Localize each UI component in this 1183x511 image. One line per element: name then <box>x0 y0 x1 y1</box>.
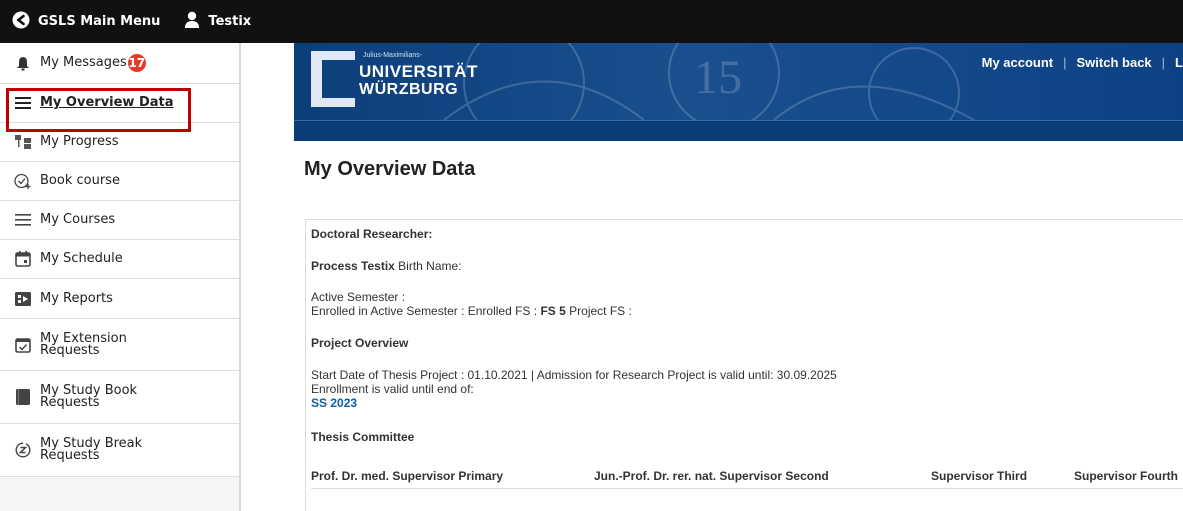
sidebar-item-messages[interactable]: My Messages 17 <box>0 43 239 84</box>
link-separator: | <box>1063 55 1067 70</box>
calendar-check-icon <box>14 336 32 354</box>
sidebar-item-label: My Extension Requests <box>40 330 127 358</box>
sidebar-item-label: Book course <box>40 173 120 188</box>
bell-icon <box>14 54 32 72</box>
sidebar-item-label: My Reports <box>40 290 113 306</box>
logo-subtitle: Julius-Maximilians- <box>363 52 423 59</box>
university-logo[interactable]: Julius-Maximilians- UNIVERSITÄT WÜRZBURG <box>311 51 477 107</box>
sidebar-item-schedule[interactable]: My Schedule <box>0 240 239 279</box>
logo-line-2: WÜRZBURG <box>359 81 459 98</box>
active-semester: Active Semester : <box>311 290 406 304</box>
sidebar-item-label: My Study Book Requests <box>40 383 138 410</box>
progress-tree-icon <box>14 133 32 151</box>
messages-count-badge: 17 <box>127 54 146 72</box>
main-menu-label: GSLS Main Menu <box>38 14 161 29</box>
supervisor-third: Supervisor Third <box>931 469 1028 483</box>
semester-link[interactable]: SS 2023 <box>311 396 357 410</box>
supervisor-second: Jun.-Prof. Dr. rer. nat. Supervisor Seco… <box>594 469 829 483</box>
committee-heading: Thesis Committee <box>311 430 415 444</box>
highlight-annotation <box>6 88 191 132</box>
supervisor-primary: Prof. Dr. med. Supervisor Primary <box>311 469 504 483</box>
committee-row: Prof. Dr. med. Supervisor Primary Jun.-P… <box>311 469 1183 489</box>
sidebar-item-label: My Messages <box>40 55 127 70</box>
calendar-icon <box>14 250 32 268</box>
header-banner: 15 Julius-Maximilians- UNIVERSITÄT WÜRZB… <box>294 43 1183 120</box>
sidebar-item-study-book-requests[interactable]: My Study Book Requests <box>0 371 239 424</box>
start-date-line: Start Date of Thesis Project : 01.10.202… <box>311 368 837 382</box>
sidebar-item-label: My Study Break Requests <box>40 436 143 463</box>
gsls-logo-icon <box>12 11 30 33</box>
enrollment-valid-label: Enrollment is valid until end of: <box>311 382 474 396</box>
my-account-link[interactable]: My account <box>982 55 1054 70</box>
overview-panel: Doctoral Researcher: Process Testix Birt… <box>305 219 1183 511</box>
sidebar-item-extension-requests[interactable]: My Extension Requests <box>0 319 239 371</box>
researcher-name-row: Process Testix Birth Name: <box>311 259 462 273</box>
main-menu-button[interactable]: GSLS Main Menu <box>0 0 160 43</box>
enrolled-fs-value: FS 5 <box>540 304 566 318</box>
enrollment-row: Enrolled in Active Semester : Enrolled F… <box>311 304 632 318</box>
sidebar: My Messages 17 My Overview Data My Progr… <box>0 43 241 511</box>
project-overview-heading: Project Overview <box>311 336 409 350</box>
researcher-name: Process Testix <box>311 259 395 273</box>
check-add-icon <box>14 172 32 190</box>
logo-line-1: UNIVERSITÄT <box>359 62 478 81</box>
page-title: My Overview Data <box>304 158 476 180</box>
sidebar-item-label: My Schedule <box>40 251 123 266</box>
project-fs-label: Project FS : <box>569 304 632 318</box>
logo-bracket-icon <box>311 51 355 107</box>
user-icon <box>184 11 200 33</box>
switch-back-link[interactable]: Switch back <box>1077 55 1152 70</box>
sidebar-item-label: My Courses <box>40 212 116 227</box>
birth-name-label: Birth Name: <box>398 259 462 273</box>
sidebar-item-courses[interactable]: My Courses <box>0 201 239 240</box>
truncated-link[interactable]: L <box>1175 55 1183 70</box>
book-icon <box>14 388 32 406</box>
enrolled-label: Enrolled in Active Semester : Enrolled F… <box>311 304 538 318</box>
supervisor-fourth: Supervisor Fourth <box>1074 469 1179 483</box>
user-menu-button[interactable]: Testix <box>184 0 251 43</box>
svg-text:15: 15 <box>694 51 742 104</box>
researcher-heading: Doctoral Researcher: <box>311 227 433 241</box>
header-links: My account | Switch back | L <box>982 55 1183 70</box>
link-separator: | <box>1161 55 1166 70</box>
sidebar-item-book-course[interactable]: Book course <box>0 162 239 201</box>
sidebar-item-label: My Progress <box>40 134 119 149</box>
report-icon <box>14 290 32 308</box>
banner-strip <box>294 120 1183 141</box>
list-icon <box>14 211 32 229</box>
user-name: Testix <box>208 14 252 29</box>
sidebar-item-reports[interactable]: My Reports <box>0 279 239 319</box>
sidebar-item-study-break-requests[interactable]: My Study Break Requests <box>0 424 239 477</box>
sleep-timer-icon <box>14 441 32 459</box>
top-bar: GSLS Main Menu Testix <box>0 0 1183 43</box>
